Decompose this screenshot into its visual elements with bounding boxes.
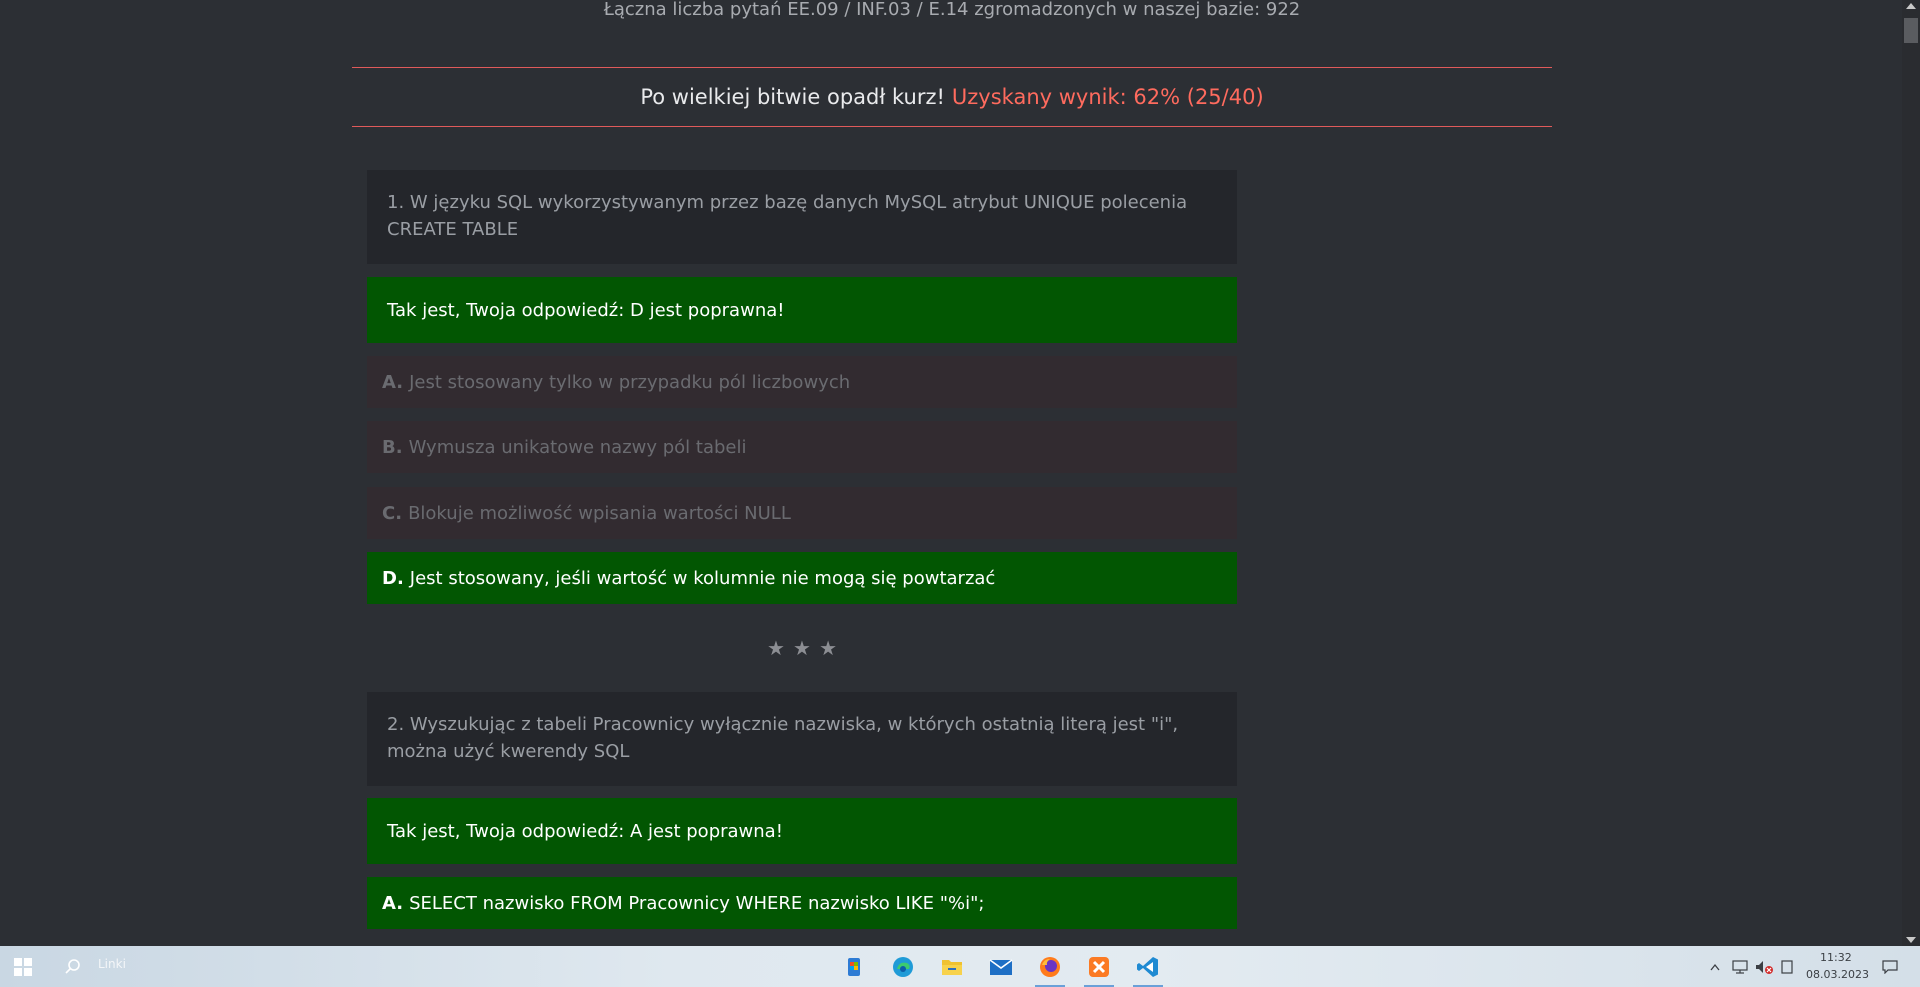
vertical-scrollbar[interactable] xyxy=(1902,0,1920,946)
option-letter: B. xyxy=(382,436,403,458)
clock-time[interactable]: 11:32 xyxy=(1820,951,1852,964)
scroll-down-icon[interactable] xyxy=(1906,937,1916,943)
option-text: Jest stosowany tylko w przypadku pól lic… xyxy=(409,371,851,393)
star-icon: ★ xyxy=(819,636,837,660)
star-icon: ★ xyxy=(767,636,785,660)
question-separator: ★ ★ ★ xyxy=(767,636,837,660)
taskbar-app-firefox[interactable] xyxy=(1029,946,1071,987)
scroll-up-icon[interactable] xyxy=(1906,3,1916,9)
result-score: Uzyskany wynik: 62% (25/40) xyxy=(951,85,1264,109)
option-letter: A. xyxy=(382,371,404,393)
taskbar-app-xampp[interactable] xyxy=(1078,946,1120,987)
option-text: Jest stosowany, jeśli wartość w kolumnie… xyxy=(409,567,996,589)
taskbar-app-store[interactable] xyxy=(833,946,875,987)
mail-icon xyxy=(989,958,1013,975)
tray-device[interactable] xyxy=(1777,946,1797,987)
option-letter: D. xyxy=(382,567,404,589)
store-icon xyxy=(848,957,860,976)
tray-network[interactable] xyxy=(1729,946,1751,987)
chevron-up-icon xyxy=(1710,963,1720,970)
question-2-option-a[interactable]: A. SELECT nazwisko FROM Pracownicy WHERE… xyxy=(367,877,1237,929)
question-2-text: 2. Wyszukując z tabeli Pracownicy wyłącz… xyxy=(367,692,1237,786)
network-icon xyxy=(1732,959,1748,974)
taskbar-app-mail[interactable] xyxy=(980,946,1022,987)
question-1-option-c[interactable]: C. Blokuje możliwość wpisania wartości N… xyxy=(367,487,1237,539)
start-button[interactable] xyxy=(0,946,45,987)
option-text: SELECT nazwisko FROM Pracownicy WHERE na… xyxy=(409,892,985,914)
total-questions-text: Łączna liczba pytań EE.09 / INF.03 / E.1… xyxy=(603,0,1301,20)
option-letter: C. xyxy=(382,502,403,524)
question-1-text: 1. W języku SQL wykorzystywanym przez ba… xyxy=(367,170,1237,264)
option-text: Blokuje możliwość wpisania wartości NULL xyxy=(408,502,791,524)
star-icon: ★ xyxy=(793,636,811,660)
notifications-button[interactable] xyxy=(1875,946,1905,987)
question-2-feedback: Tak jest, Twoja odpowiedź: A jest popraw… xyxy=(367,798,1237,864)
scrollbar-thumb[interactable] xyxy=(1904,18,1918,43)
tray-overflow-button[interactable] xyxy=(1705,946,1725,987)
xampp-icon xyxy=(1089,956,1109,977)
edge-icon xyxy=(893,956,913,977)
notification-icon xyxy=(1882,959,1898,974)
windows-icon xyxy=(13,957,32,976)
result-message: Po wielkiej bitwie opadł kurz! xyxy=(640,85,945,109)
volume-muted-icon xyxy=(1756,960,1773,974)
question-1-feedback: Tak jest, Twoja odpowiedź: D jest popraw… xyxy=(367,277,1237,343)
option-text: Wymusza unikatowe nazwy pól tabeli xyxy=(408,436,747,458)
search-icon xyxy=(64,958,80,974)
device-icon xyxy=(1781,959,1793,974)
result-banner: Po wielkiej bitwie opadł kurz! Uzyskany … xyxy=(352,67,1552,127)
taskbar-search-text[interactable]: Linki xyxy=(98,957,126,971)
taskbar-app-edge[interactable] xyxy=(882,946,924,987)
question-1-option-a[interactable]: A. Jest stosowany tylko w przypadku pól … xyxy=(367,356,1237,408)
question-1-option-d[interactable]: D. Jest stosowany, jeśli wartość w kolum… xyxy=(367,552,1237,604)
tray-volume[interactable] xyxy=(1753,946,1775,987)
option-letter: A. xyxy=(382,892,404,914)
firefox-icon xyxy=(1040,956,1060,977)
taskbar-app-vscode[interactable] xyxy=(1127,946,1169,987)
taskbar-app-explorer[interactable] xyxy=(931,946,973,987)
search-button[interactable] xyxy=(50,946,95,987)
question-1-option-b[interactable]: B. Wymusza unikatowe nazwy pól tabeli xyxy=(367,421,1237,473)
taskbar: Linki 11:32 08.03.2023 xyxy=(0,946,1920,987)
file-explorer-icon xyxy=(942,959,962,975)
clock-date[interactable]: 08.03.2023 xyxy=(1806,968,1869,981)
vscode-icon xyxy=(1137,956,1158,977)
quiz-page: Łączna liczba pytań EE.09 / INF.03 / E.1… xyxy=(0,0,1902,946)
